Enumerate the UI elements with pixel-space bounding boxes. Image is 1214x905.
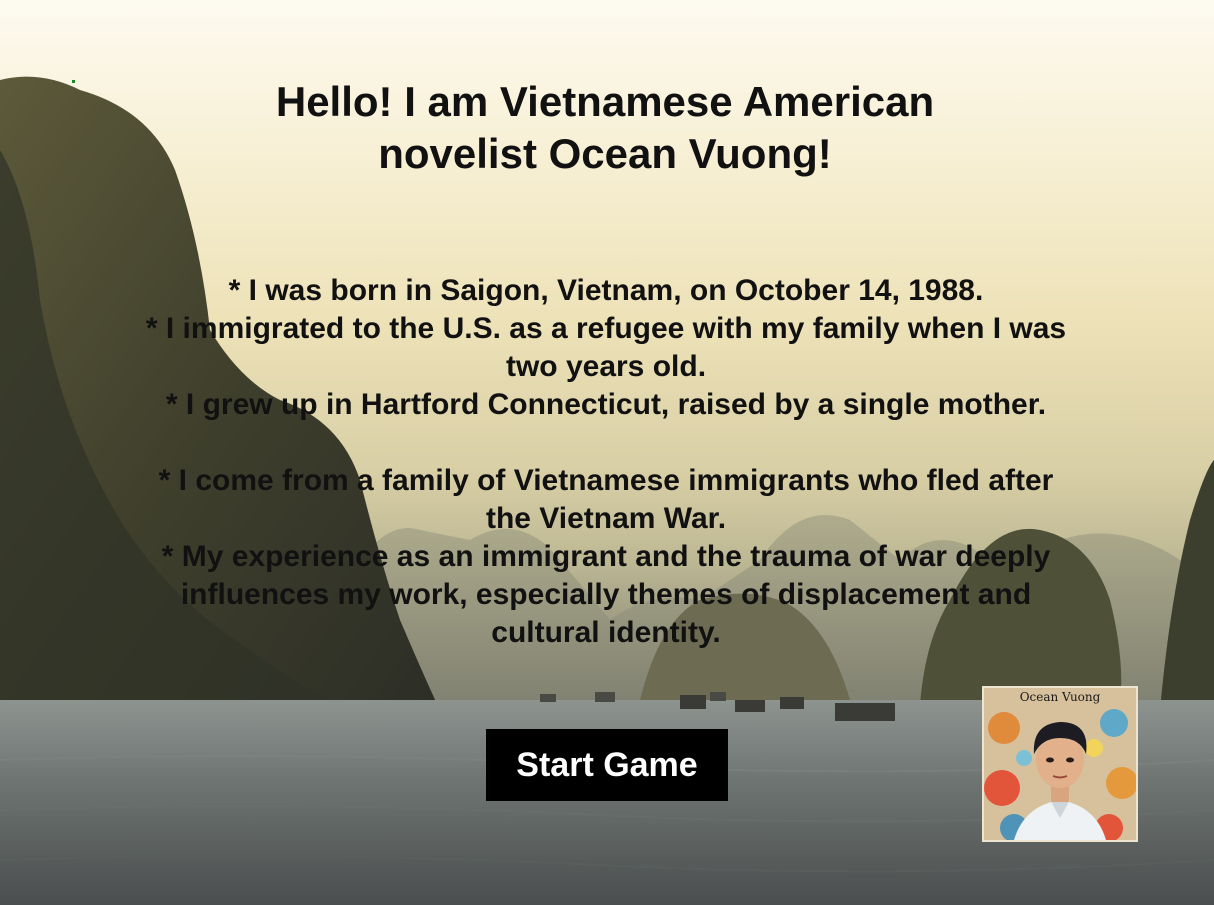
bio-line: * I was born in Saigon, Vietnam, on Octo… [228,274,984,307]
bio-line: cultural identity. [491,616,721,649]
stray-pixel [72,80,75,83]
portrait-label: Ocean Vuong [1019,690,1101,704]
bio-line: influences my work, especially themes of… [180,578,1032,611]
title-line-1: Hello! I am Vietnamese American [275,78,935,125]
bio-line: * I immigrated to the U.S. as a refugee … [145,312,1067,345]
bio-line: two years old. [505,350,707,383]
bio-text: * I was born in Saigon, Vietnam, on Octo… [80,272,1132,652]
portrait-illustration [984,688,1136,840]
bio-line: * I grew up in Hartford Connecticut, rai… [165,388,1047,421]
bio-spacer [80,424,1132,462]
page-title: Hello! I am Vietnamese American novelist… [180,76,1030,180]
bio-line: the Vietnam War. [485,502,727,535]
author-portrait: Ocean Vuong [982,686,1138,842]
start-game-button[interactable]: Start Game [486,729,728,801]
bio-line: * My experience as an immigrant and the … [161,540,1051,573]
bio-line: * I come from a family of Vietnamese imm… [158,464,1054,497]
title-line-2: novelist Ocean Vuong! [378,130,832,177]
